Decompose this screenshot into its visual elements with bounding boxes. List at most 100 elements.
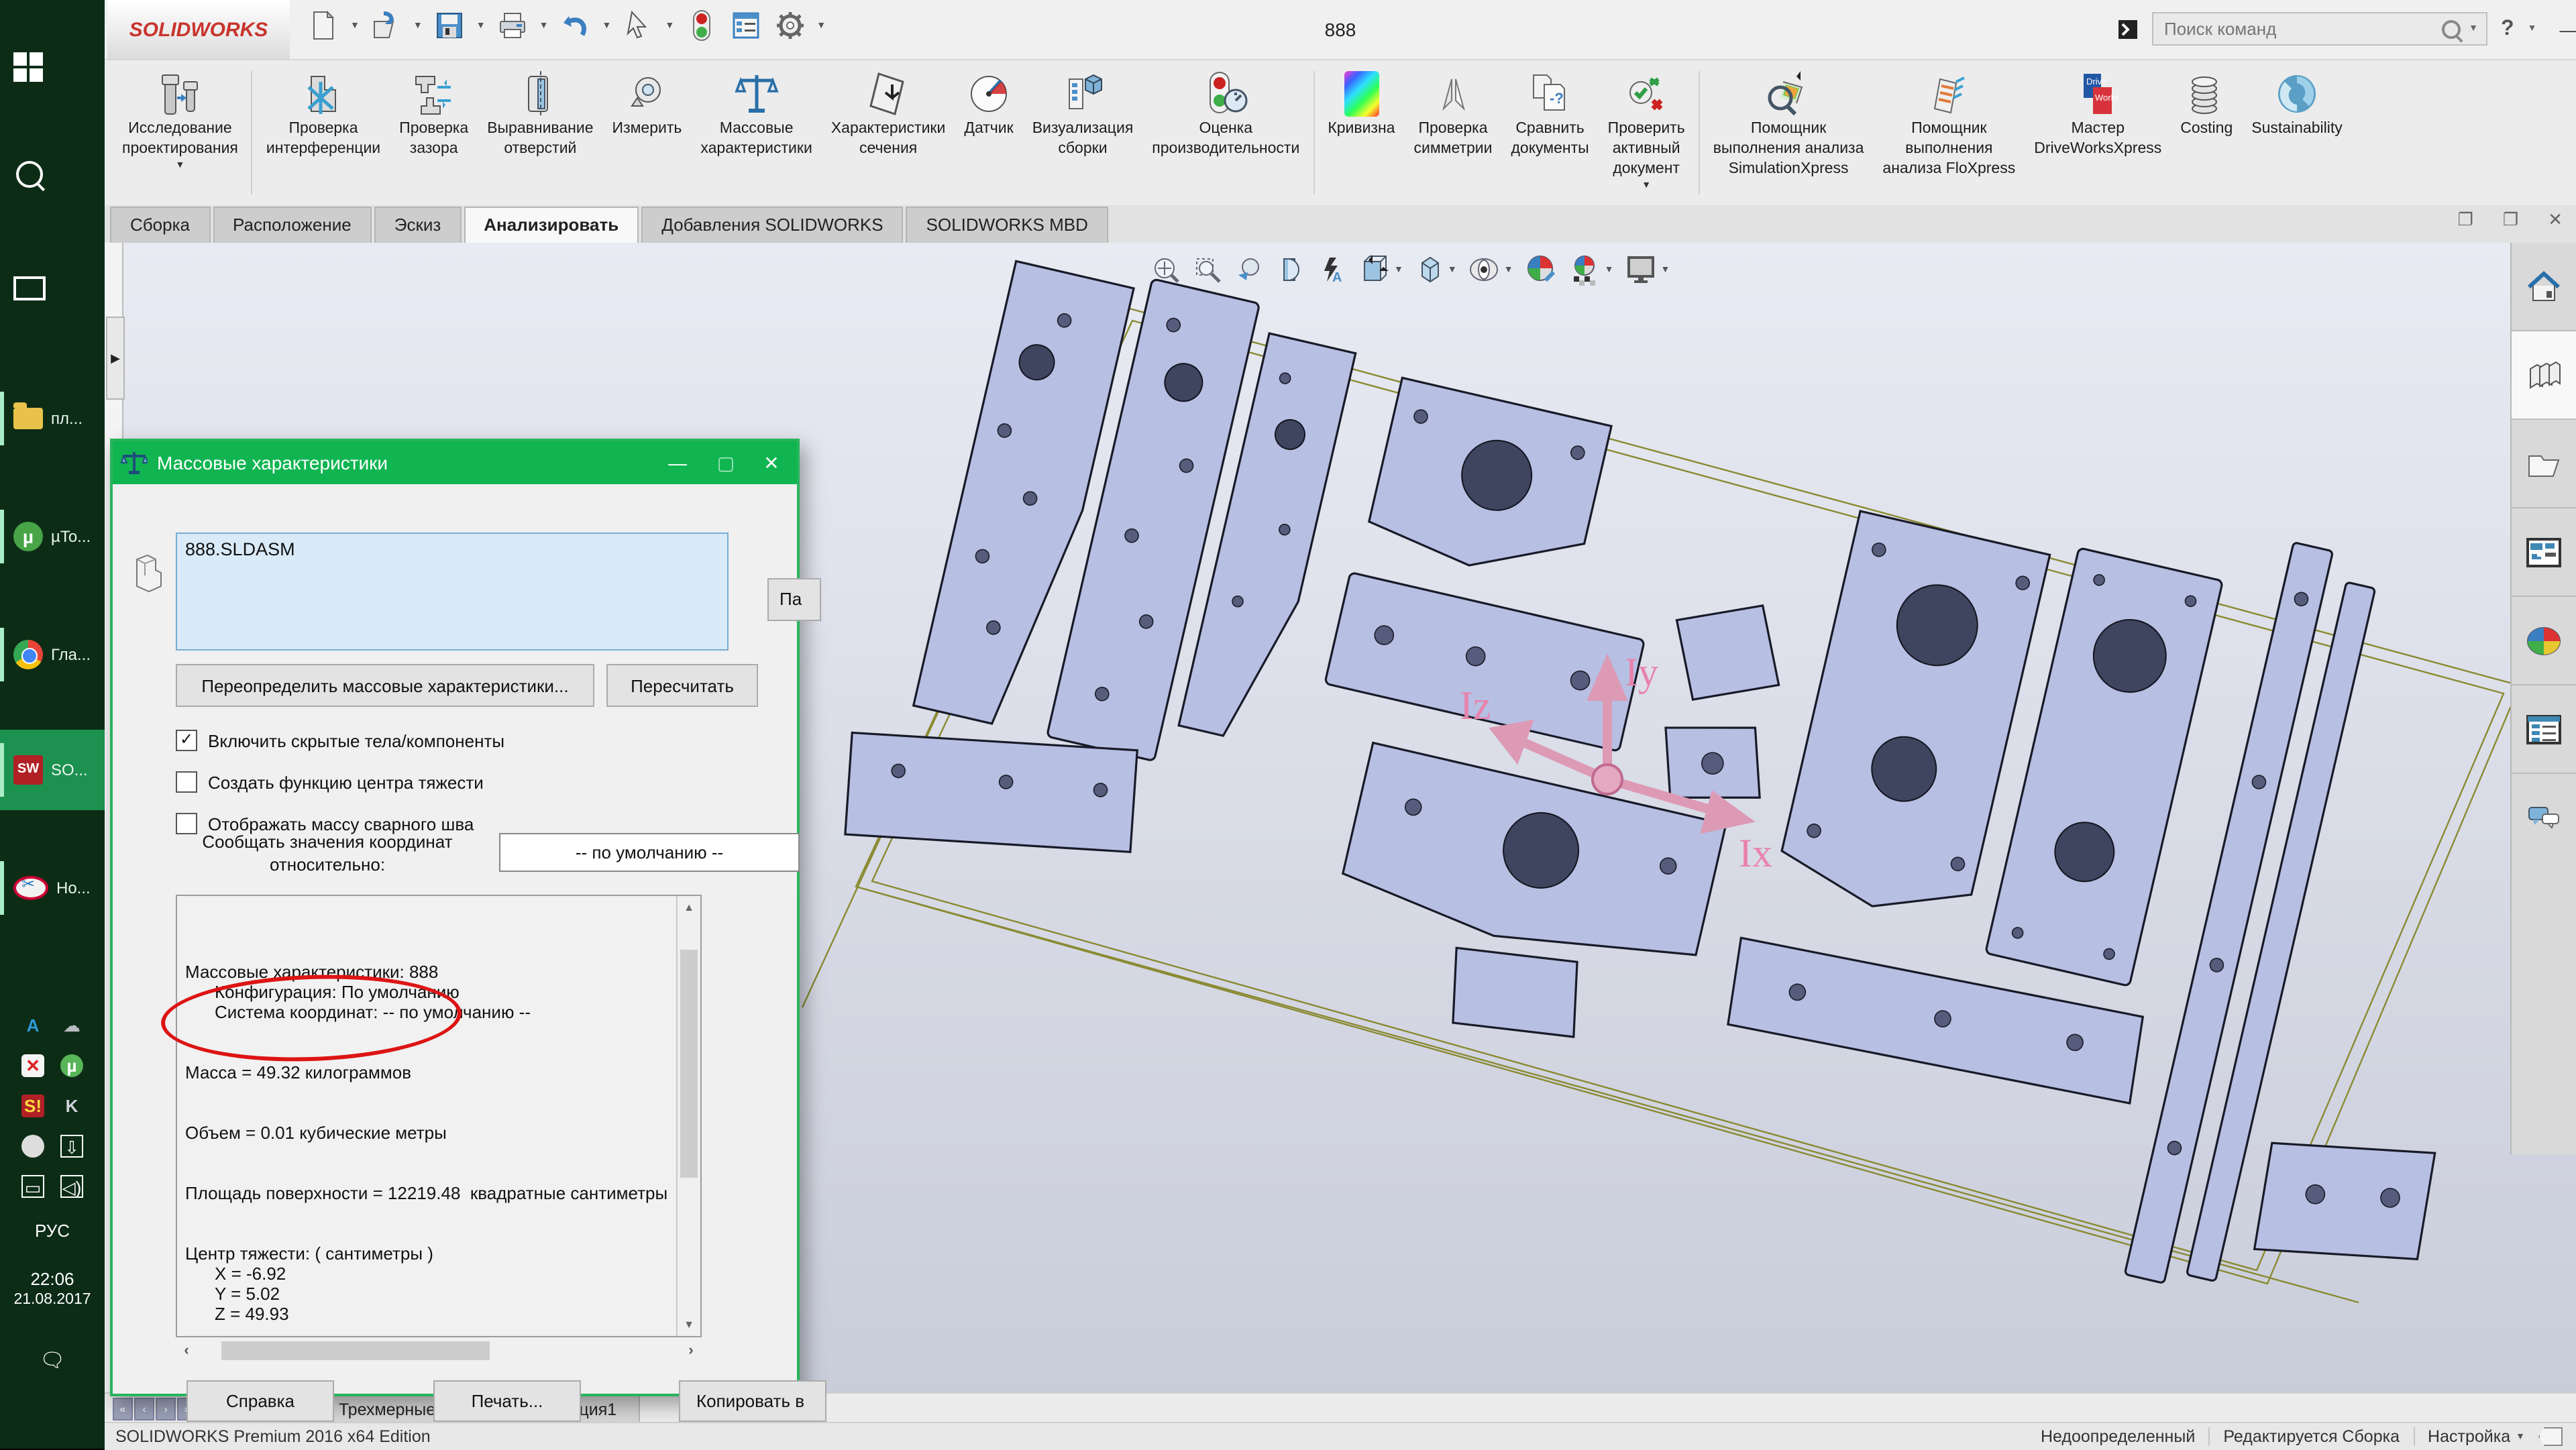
results-vertical-scrollbar[interactable]: ▲ ▼ <box>676 896 700 1336</box>
action-center-icon[interactable]: 🗨 <box>0 1348 105 1372</box>
tab-addins[interactable]: Добавления SOLIDWORKS <box>641 207 903 243</box>
ribbon-curvature[interactable]: Кривизна <box>1318 60 1404 205</box>
language-indicator[interactable]: РУС <box>0 1221 105 1241</box>
dropdown-arrow-icon[interactable]: ▼ <box>539 21 549 30</box>
ribbon-hole-alignment[interactable]: Выравнивание отверстий <box>478 60 602 205</box>
ribbon-driveworksxpress[interactable]: DriveWorks Мастер DriveWorksXpress <box>2025 60 2171 205</box>
recalculate-button[interactable]: Пересчитать <box>606 664 758 707</box>
new-document-button[interactable] <box>306 8 341 43</box>
ribbon-interference-check[interactable]: Проверка интерференции <box>257 60 390 205</box>
utorrent-tray-icon[interactable]: µ <box>60 1054 83 1077</box>
dropdown-arrow-icon[interactable]: ▼ <box>1661 265 1670 274</box>
dropdown-arrow-icon[interactable]: ▼ <box>1504 265 1513 274</box>
dropdown-arrow-icon[interactable]: ▼ <box>2469 24 2478 34</box>
scroll-up-icon[interactable]: ▲ <box>678 896 700 919</box>
solidworks-alert-icon[interactable]: S! <box>21 1095 44 1117</box>
first-tab-button[interactable]: « <box>113 1398 133 1420</box>
ribbon-symmetry-check[interactable]: Проверка симметрии <box>1404 60 1501 205</box>
display-style-button[interactable]: ▼ <box>1469 255 1513 284</box>
dialog-minimize-button[interactable]: — <box>655 441 700 484</box>
taskpane-view-palette[interactable] <box>2512 508 2576 597</box>
ribbon-section-properties[interactable]: Характеристики сечения <box>822 60 955 205</box>
doc-restore2-button[interactable]: ❐ <box>2503 209 2518 231</box>
dropdown-arrow-icon[interactable]: ▼ <box>350 21 360 30</box>
taskpane-file-explorer[interactable] <box>2512 420 2576 508</box>
task-view-button[interactable] <box>0 248 105 329</box>
options-button[interactable]: Па <box>767 578 821 621</box>
ribbon-mass-properties[interactable]: Массовые характеристики <box>691 60 821 205</box>
dropdown-arrow-icon[interactable]: ▼ <box>816 21 826 30</box>
tab-sketch[interactable]: Эскиз <box>374 207 462 243</box>
dropdown-arrow-icon[interactable]: ▼ <box>1394 265 1403 274</box>
edit-appearance-button[interactable] <box>1525 254 1558 286</box>
scrollbar-thumb[interactable] <box>221 1341 490 1360</box>
ribbon-design-study[interactable]: Исследование проектирования ▼ <box>113 60 248 205</box>
volume-icon[interactable]: ◁) <box>60 1175 83 1198</box>
results-panel[interactable]: Массовые характеристики: 888Конфигурация… <box>176 895 702 1337</box>
view-settings-button[interactable]: ▼ <box>1626 255 1670 284</box>
minimize-button[interactable]: — <box>2550 18 2576 40</box>
clock-time[interactable]: 22:06 <box>0 1269 105 1289</box>
scrollbar-thumb[interactable] <box>680 950 698 1178</box>
select-button[interactable] <box>621 8 655 43</box>
autodesk-icon[interactable]: A <box>21 1014 44 1037</box>
tab-layout[interactable]: Расположение <box>213 207 372 243</box>
ribbon-performance-evaluation[interactable]: Оценка производительности <box>1142 60 1309 205</box>
next-tab-button[interactable]: › <box>156 1398 176 1420</box>
taskbar-app-chrome[interactable]: Гла... <box>0 614 105 695</box>
ribbon-compare-documents[interactable]: -? Сравнить документы <box>1502 60 1599 205</box>
copy-to-clipboard-button[interactable]: Копировать в <box>679 1380 826 1422</box>
zoom-to-fit-button[interactable] <box>1151 255 1181 284</box>
taskbar-app-snipping[interactable]: Но... <box>0 848 105 928</box>
dialog-close-button[interactable]: ✕ <box>749 441 794 484</box>
taskpane-forum[interactable] <box>2512 774 2576 862</box>
zoom-to-area-button[interactable] <box>1193 255 1222 284</box>
featuremanager-expand-button[interactable]: ▶ <box>106 317 125 400</box>
hide-show-items-button[interactable]: A <box>1318 255 1347 284</box>
dropdown-arrow-icon[interactable]: ▼ <box>413 21 423 30</box>
ribbon-sensor[interactable]: Датчик <box>955 60 1022 205</box>
view-orientation-button[interactable]: ▼ <box>1415 254 1457 286</box>
print-button[interactable] <box>495 8 530 43</box>
coordinate-system-dropdown[interactable]: -- по умолчанию -- <box>499 833 800 872</box>
search-icon[interactable] <box>2442 19 2461 38</box>
prev-tab-button[interactable]: ‹ <box>134 1398 154 1420</box>
scrollbar-track[interactable] <box>197 1340 680 1361</box>
configuration-label[interactable]: Настройка <box>2428 1427 2510 1446</box>
ribbon-check-active-document[interactable]: Проверить активный документ ▼ <box>1599 60 1695 205</box>
command-search-box[interactable]: ▼ <box>2152 12 2487 46</box>
tab-mbd[interactable]: SOLIDWORKS MBD <box>906 207 1108 243</box>
ribbon-sustainability[interactable]: Sustainability <box>2242 60 2352 205</box>
ribbon-floxpress[interactable]: Помощник выполнения анализа FloXpress <box>1873 60 2025 205</box>
ribbon-costing[interactable]: Costing <box>2171 60 2242 205</box>
taskpane-appearances[interactable] <box>2512 597 2576 685</box>
taskbar-app-utorrent[interactable]: µ µTo... <box>0 496 105 577</box>
defender-icon[interactable]: ✕ <box>21 1054 44 1077</box>
dropdown-arrow-icon[interactable]: ▼ <box>665 21 674 30</box>
start-button[interactable] <box>0 27 105 107</box>
dropdown-arrow-icon[interactable]: ▼ <box>602 21 612 30</box>
scroll-down-icon[interactable]: ▼ <box>678 1313 700 1336</box>
tab-assembly[interactable]: Сборка <box>110 207 210 243</box>
kms-icon[interactable]: K <box>60 1095 83 1117</box>
usb-device-icon[interactable]: ⇩ <box>60 1135 83 1158</box>
scroll-left-icon[interactable]: ‹ <box>176 1343 197 1359</box>
scroll-right-icon[interactable]: › <box>680 1343 702 1359</box>
doc-restore-button[interactable]: ❐ <box>2458 209 2473 231</box>
help-dropdown-icon[interactable]: ▼ <box>2528 24 2537 34</box>
tab-evaluate[interactable]: Анализировать <box>464 207 639 243</box>
taskbar-app-folder[interactable]: пл... <box>0 378 105 459</box>
checkbox-row[interactable]: ✓ Включить скрытые тела/компоненты <box>176 730 504 751</box>
dropdown-arrow-icon[interactable]: ▼ <box>1605 265 1614 274</box>
ribbon-assembly-visualization[interactable]: Визуализация сборки <box>1023 60 1143 205</box>
save-button[interactable] <box>432 8 467 43</box>
dialog-title-bar[interactable]: Массовые характеристики — ▢ ✕ <box>113 441 797 484</box>
speaker-device-icon[interactable] <box>21 1135 44 1158</box>
help-button[interactable]: ? <box>2501 17 2514 41</box>
network-icon[interactable]: ▭ <box>21 1175 44 1198</box>
apply-view-button[interactable]: ▼ <box>1359 254 1403 286</box>
open-document-button[interactable] <box>369 8 404 43</box>
selection-field[interactable]: 888.SLDASM <box>176 533 729 651</box>
options-gear-button[interactable] <box>772 8 807 43</box>
search-input[interactable] <box>2161 17 2434 40</box>
